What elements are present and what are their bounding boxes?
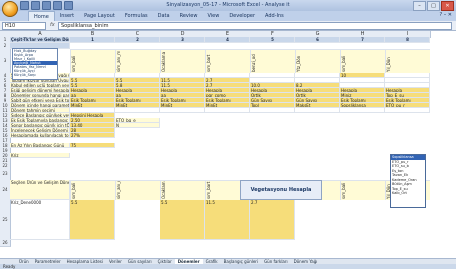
ribbon-tab-page-layout[interactable]: Page Layout <box>79 11 120 21</box>
office-button[interactable] <box>2 1 18 17</box>
ribbon-tab-insert[interactable]: Insert <box>55 11 79 21</box>
bottom-value-cell[interactable]: 5.5 <box>70 200 115 240</box>
column-number-cell[interactable]: 3 <box>160 37 205 43</box>
data-cell[interactable] <box>385 108 430 113</box>
crop-name-cell[interactable]: Yıl_Dön <box>385 49 430 73</box>
final-label-cell[interactable]: En Az Yılın Başlangıç Günü <box>10 143 70 148</box>
crop-name-cell[interactable]: benzi_od <box>250 49 295 73</box>
formula-input[interactable]: Sopsliklansa_binim <box>58 22 452 30</box>
column-number-cell[interactable]: 5 <box>250 37 295 43</box>
param-value-cell[interactable]: 27% <box>70 133 115 138</box>
maximize-button[interactable]: □ <box>427 1 440 11</box>
crop-name-cell[interactable]: Ocaklama <box>160 49 205 73</box>
bottom-label-cell[interactable]: Seçilen Ürün ve Gelişim Dönemi Eşik Topl… <box>10 180 70 200</box>
ribbon-tab-review[interactable]: Review <box>175 11 203 21</box>
ribbon-tab-data[interactable]: Data <box>153 11 175 21</box>
crop-name-cell[interactable]: Ytz_Dön <box>295 49 340 73</box>
bottom-crop-cell[interactable]: sım_bali <box>340 180 385 200</box>
column-number-cell[interactable]: 4 <box>205 37 250 43</box>
data-cell[interactable] <box>205 108 250 113</box>
column-number-cell[interactable]: 8 <box>385 37 430 43</box>
dropdown-option[interactable]: Kalb_Ort <box>391 191 425 196</box>
status-bar: Ready <box>0 264 456 269</box>
close-button[interactable]: ✕ <box>441 1 454 11</box>
column-number-cell[interactable]: 7 <box>340 37 385 43</box>
ribbon-tab-developer[interactable]: Developer <box>224 11 260 21</box>
crop-name-cell[interactable]: sım_bart <box>205 49 250 73</box>
data-cell[interactable] <box>295 108 340 113</box>
column-number-cell[interactable]: 2 <box>115 37 160 43</box>
crop-listbox[interactable]: Hızlı_Buğday Kışlık_Arpa Mısır_I_Kpilli Ayç… <box>12 48 58 80</box>
param-extra-cell[interactable]: N <box>115 123 160 128</box>
ribbon-tab-formulas[interactable]: Formulas <box>120 11 153 21</box>
ribbon-tab-add-ins[interactable]: Add-Ins <box>260 11 289 21</box>
final-value-cell[interactable]: 75 <box>70 143 115 148</box>
crop-name-cell[interactable]: sim_anı_m <box>115 49 160 73</box>
crop-list-item[interactable]: Kürçük_Sarp <box>13 73 57 77</box>
column-number-cell[interactable]: 1 <box>70 37 115 43</box>
data-cell[interactable] <box>340 108 385 113</box>
vegetasyon-hesapla-button[interactable]: Vegetasyonu Hesapla <box>240 180 322 200</box>
ribbon-tab-home[interactable]: Home <box>28 11 55 21</box>
row-header[interactable]: 26 <box>0 240 11 247</box>
column-number-cell[interactable]: 6 <box>295 37 340 43</box>
data-cell[interactable] <box>160 108 205 113</box>
ribbon-tab-view[interactable]: View <box>202 11 224 21</box>
title-bar: Sinyalizasyon_05-17 - Microsoft Excel - … <box>0 0 456 17</box>
name-box[interactable]: H10 <box>2 22 46 30</box>
bottom-crop-cell[interactable]: sım_bali <box>70 180 115 200</box>
bottom-crop-cell[interactable]: sim_anı_m <box>115 180 160 200</box>
crop-name-cell[interactable]: sım_bali <box>340 49 385 73</box>
parameter-dropdown-list[interactable]: Sopsliklansa ETO_pu_r ETO_su_b Eş_ton Tavan_… <box>390 154 426 208</box>
ribbon-tabs: Home Insert Page Layout Formulas Data Review V… <box>0 11 456 21</box>
crop-name-cell[interactable]: sım_bali <box>70 49 115 73</box>
spreadsheet-grid[interactable]: Hızlı_Buğday Kışlık_Arpa Mısır_I_Kpilli Ayç… <box>0 31 456 258</box>
formula-bar: H10 fx Sopsliklansa_binim <box>0 21 456 31</box>
param-label-cell[interactable]: Hesaplamada kullanılacak toplam ıstasyon… <box>10 133 70 138</box>
data-cell[interactable] <box>115 108 160 113</box>
bottom-crop-cell[interactable]: Ocaklama <box>160 180 205 200</box>
fx-icon[interactable]: fx <box>50 22 55 28</box>
bottom-value-cell[interactable]: 2.7 <box>250 200 295 240</box>
kriz-label-cell[interactable]: Kriz <box>10 153 70 158</box>
window-controls: – □ ✕ <box>413 1 454 11</box>
window-title: Sinyalizasyon_05-17 - Microsoft Excel - … <box>166 2 290 8</box>
bottom-name-cell[interactable]: Kriz_Dene0000 <box>10 200 70 240</box>
row-header[interactable]: 3 <box>0 49 11 74</box>
bottom-value-cell[interactable]: 11.5 <box>205 200 250 240</box>
data-cell[interactable] <box>250 108 295 113</box>
minimize-button[interactable]: – <box>413 1 426 11</box>
help-icon[interactable]: ? – ✕ <box>439 12 452 18</box>
bottom-value-cell[interactable]: 5.5 <box>160 200 205 240</box>
